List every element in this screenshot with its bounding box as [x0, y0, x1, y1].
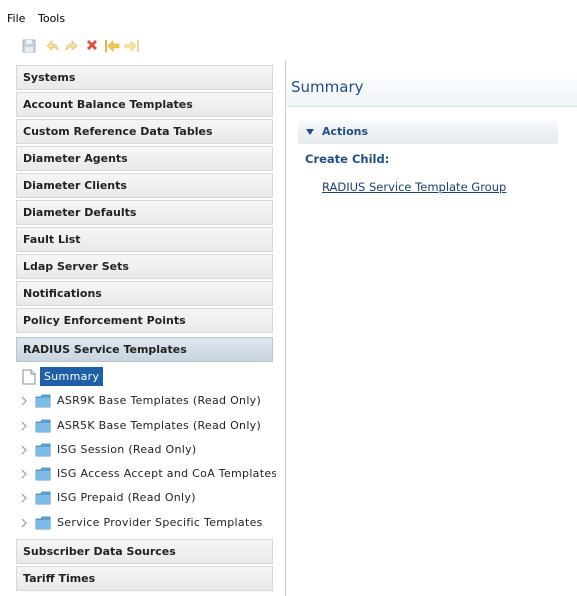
- forward-icon[interactable]: [124, 38, 140, 54]
- summary-header: Summary: [287, 70, 577, 107]
- folder-icon: [35, 394, 51, 408]
- expand-arrow-icon[interactable]: [21, 445, 27, 455]
- accordion-radius-service-templates[interactable]: RADIUS Service Templates: [16, 337, 273, 362]
- accordion-fault-list[interactable]: Fault List: [16, 227, 273, 252]
- accordion-policy-enforcement-points[interactable]: Policy Enforcement Points: [16, 308, 273, 333]
- menu-file[interactable]: File: [7, 12, 25, 25]
- expand-arrow-icon[interactable]: [21, 469, 27, 479]
- back-icon[interactable]: [104, 38, 120, 54]
- folder-icon: [35, 491, 51, 505]
- tree-item-isg-prepaid[interactable]: ISG Prepaid (Read Only): [16, 487, 276, 509]
- accordion-custom-reference-data-tables[interactable]: Custom Reference Data Tables: [16, 119, 273, 144]
- accordion-systems[interactable]: Systems: [16, 65, 273, 90]
- menu-bar: File Tools: [0, 0, 577, 32]
- folder-icon: [35, 467, 51, 481]
- expand-arrow-icon[interactable]: [21, 493, 27, 503]
- save-icon[interactable]: [21, 38, 37, 54]
- accordion-notifications[interactable]: Notifications: [16, 281, 273, 306]
- folder-icon: [35, 516, 51, 530]
- tree-item-asr9k[interactable]: ASR9K Base Templates (Read Only): [16, 390, 276, 412]
- navigation-pane: Systems Account Balance Templates Custom…: [0, 60, 286, 596]
- tree-item-label: ASR5K Base Templates (Read Only): [57, 419, 262, 432]
- folder-icon: [35, 443, 51, 457]
- actions-section-header[interactable]: Actions: [298, 121, 558, 144]
- accordion-diameter-clients[interactable]: Diameter Clients: [16, 173, 273, 198]
- expand-arrow-icon[interactable]: [21, 421, 27, 431]
- tree-item-label: ASR9K Base Templates (Read Only): [57, 394, 262, 407]
- tree-item-label: Service Provider Specific Templates: [57, 516, 263, 529]
- create-child-label: Create Child:: [305, 152, 390, 166]
- accordion-diameter-defaults[interactable]: Diameter Defaults: [16, 200, 273, 225]
- page-title: Summary: [291, 78, 364, 96]
- radius-service-template-group-link[interactable]: RADIUS Service Template Group: [322, 180, 506, 194]
- actions-label: Actions: [322, 125, 368, 138]
- expand-arrow-icon[interactable]: [21, 518, 27, 528]
- accordion-account-balance-templates[interactable]: Account Balance Templates: [16, 92, 273, 117]
- tree-item-summary[interactable]: Summary: [22, 366, 132, 388]
- tree-item-label: ISG Prepaid (Read Only): [57, 491, 196, 504]
- tree-item-label: ISG Session (Read Only): [57, 443, 197, 456]
- delete-icon[interactable]: [84, 38, 100, 54]
- tree-item-isg-access-accept[interactable]: ISG Access Accept and CoA Templates: [16, 463, 276, 485]
- expand-arrow-icon[interactable]: [21, 396, 27, 406]
- menu-tools[interactable]: Tools: [38, 12, 65, 25]
- redo-icon[interactable]: [64, 38, 80, 54]
- accordion-subscriber-data-sources[interactable]: Subscriber Data Sources: [16, 539, 273, 564]
- accordion-tariff-times[interactable]: Tariff Times: [16, 566, 273, 591]
- tree-item-label: ISG Access Accept and CoA Templates: [57, 467, 276, 480]
- tree-item-summary-label: Summary: [40, 367, 104, 386]
- content-pane: Summary Actions Create Child: RADIUS Ser…: [287, 60, 577, 596]
- accordion-diameter-agents[interactable]: Diameter Agents: [16, 146, 273, 171]
- collapse-triangle-icon[interactable]: [306, 129, 314, 135]
- document-icon: [22, 369, 36, 385]
- undo-icon[interactable]: [44, 38, 60, 54]
- tree-item-asr5k[interactable]: ASR5K Base Templates (Read Only): [16, 415, 276, 437]
- toolbar: [0, 32, 577, 60]
- folder-icon: [35, 419, 51, 433]
- accordion-ldap-server-sets[interactable]: Ldap Server Sets: [16, 254, 273, 279]
- tree-item-isg-session[interactable]: ISG Session (Read Only): [16, 439, 276, 461]
- tree-item-service-provider[interactable]: Service Provider Specific Templates: [16, 512, 276, 534]
